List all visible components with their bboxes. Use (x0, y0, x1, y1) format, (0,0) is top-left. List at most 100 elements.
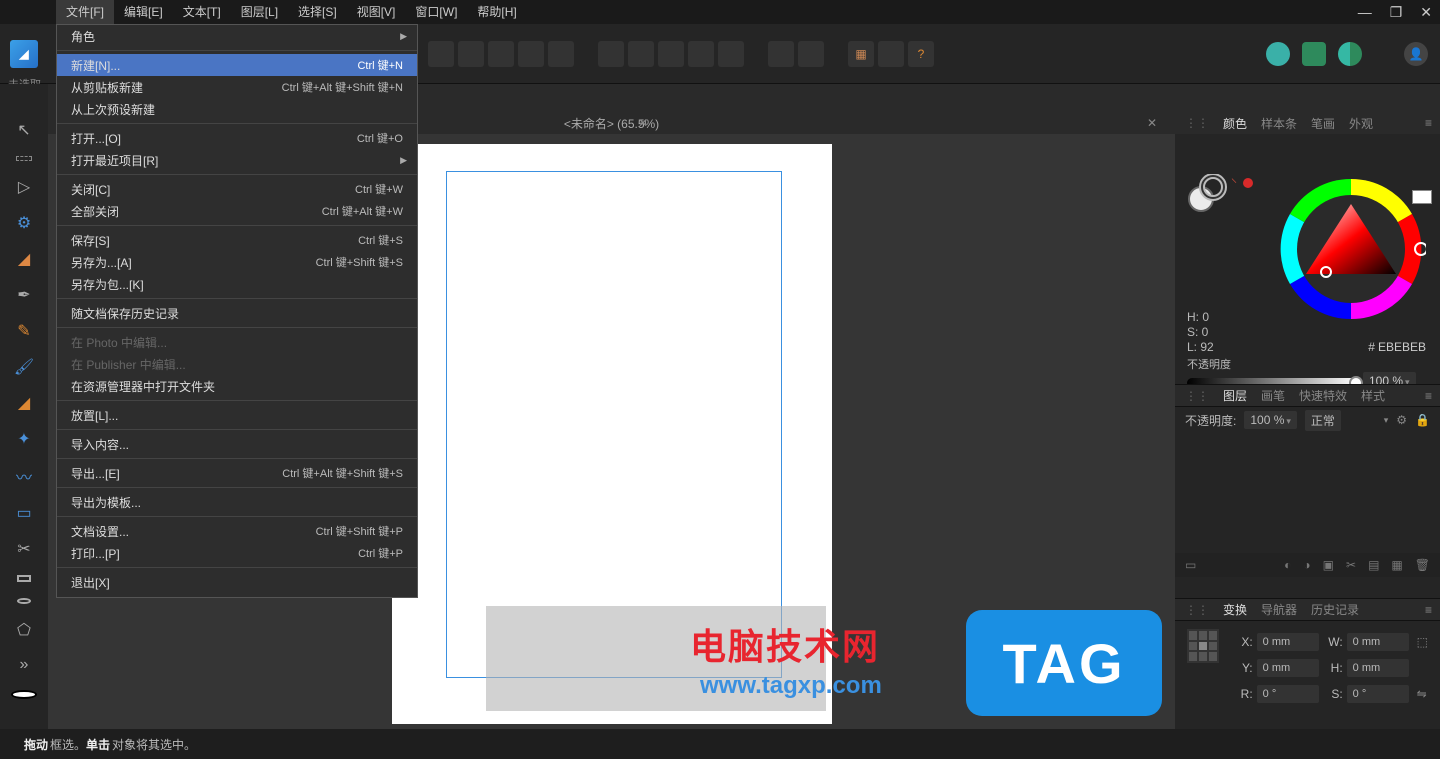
toolbar-btn[interactable] (518, 41, 544, 67)
vector-brush-tool-icon[interactable]: 〰 (13, 465, 35, 487)
move-tool-icon[interactable]: ↖ (13, 120, 35, 140)
flip-icon[interactable]: ⇋ (1417, 687, 1427, 701)
menu-export[interactable]: 导出...[E]Ctrl 键+Alt 键+Shift 键+S (57, 462, 417, 484)
panel-menu-icon[interactable]: ≡ (1425, 116, 1432, 130)
tab-swatches[interactable]: 样本条 (1261, 115, 1297, 132)
menu-new-from-preset[interactable]: 从上次预设新建 (57, 98, 417, 120)
toolbar-btn[interactable] (658, 41, 684, 67)
x-field[interactable]: 0 mm (1257, 633, 1319, 651)
contour-tool-icon[interactable]: ⚙ (13, 213, 35, 233)
tab-color[interactable]: 颜色 (1223, 115, 1247, 132)
menu-save[interactable]: 保存[S]Ctrl 键+S (57, 229, 417, 251)
polygon-tool-icon[interactable]: ⬠ (13, 620, 35, 640)
tab-styles[interactable]: 样式 (1361, 387, 1385, 404)
menu-exit[interactable]: 退出[X] (57, 571, 417, 593)
panel-grip-icon[interactable]: ⋮⋮ (1185, 116, 1209, 130)
persona-pixel-icon[interactable] (1302, 42, 1326, 66)
brush-tool-icon[interactable]: 🖌 (13, 357, 35, 377)
menu-place[interactable]: 放置[L]... (57, 404, 417, 426)
tab-close-icon[interactable]: ✕ (1147, 116, 1157, 130)
hex-readout[interactable]: # EBEBEB (1368, 340, 1426, 354)
h-field[interactable]: 0 mm (1347, 659, 1409, 677)
toolbar-btn[interactable] (598, 41, 624, 67)
toolbar-btn[interactable] (878, 41, 904, 67)
y-field[interactable]: 0 mm (1257, 659, 1319, 677)
gear-icon[interactable]: ⚙ (1396, 413, 1407, 427)
menu-save-package[interactable]: 另存为包...[K] (57, 273, 417, 295)
help-toggle-icon[interactable]: ? (908, 41, 934, 67)
menu-window[interactable]: 窗口[W] (405, 0, 467, 24)
more-tools-icon[interactable]: » (13, 656, 35, 674)
snap-icon[interactable]: ▦ (848, 41, 874, 67)
crop-tool-icon[interactable]: ✂ (13, 539, 35, 559)
toolbar-btn[interactable] (628, 41, 654, 67)
delete-layer-icon[interactable]: 🗑 (1415, 558, 1430, 572)
persona-designer-icon[interactable] (1266, 42, 1290, 66)
tab-history[interactable]: 历史记录 (1311, 601, 1359, 618)
tab-transform[interactable]: 变换 (1223, 601, 1247, 618)
menu-import-content[interactable]: 导入内容... (57, 433, 417, 455)
ellipse-tool-icon[interactable] (17, 598, 31, 604)
close-icon[interactable]: ✕ (1420, 4, 1432, 21)
tab-effects[interactable]: 快速特效 (1299, 387, 1347, 404)
pen-tool-icon[interactable]: ✒ (13, 285, 35, 305)
color-wheel[interactable] (1276, 174, 1426, 324)
tab-layers[interactable]: 图层 (1223, 387, 1247, 404)
pencil-tool-icon[interactable]: ✎ (13, 321, 35, 341)
foreground-color-swatch[interactable] (11, 690, 37, 699)
toolbar-btn[interactable] (688, 41, 714, 67)
layer-opacity-value[interactable]: 100 %▾ (1244, 411, 1297, 429)
transparency-tool-icon[interactable]: ✦ (13, 429, 35, 449)
panel-menu-icon[interactable]: ≡ (1425, 389, 1432, 403)
menu-close-all[interactable]: 全部关闭Ctrl 键+Alt 键+W (57, 200, 417, 222)
menu-edit[interactable]: 编辑[E] (114, 0, 173, 24)
crop-layer-icon[interactable]: ✂ (1346, 558, 1356, 572)
artboard-tool-icon[interactable] (16, 156, 32, 161)
s-field[interactable]: 0 ° (1347, 685, 1409, 703)
eyedropper[interactable]: ⸌ (1231, 174, 1253, 191)
menu-layer[interactable]: 图层[L] (231, 0, 288, 24)
menu-new[interactable]: 新建[N]...Ctrl 键+N (57, 54, 417, 76)
tab-brushes[interactable]: 画笔 (1261, 387, 1285, 404)
blend-mode-select[interactable]: 正常 (1305, 410, 1341, 431)
menu-file[interactable]: 文件[F] (56, 0, 114, 24)
r-field[interactable]: 0 ° (1257, 685, 1319, 703)
toolbar-btn[interactable] (428, 41, 454, 67)
corner-tool-icon[interactable]: ◢ (13, 249, 35, 269)
rectangle-tool-icon[interactable] (17, 575, 31, 581)
menu-open-recent[interactable]: 打开最近项目[R]▶ (57, 149, 417, 171)
lock-icon[interactable]: 🔒 (1415, 413, 1430, 427)
add-pixel-layer-icon[interactable]: ▦ (1391, 558, 1402, 572)
fill-tool-icon[interactable]: ◢ (13, 393, 35, 413)
place-image-tool-icon[interactable]: ▭ (13, 503, 35, 523)
toolbar-btn[interactable] (768, 41, 794, 67)
toolbar-btn[interactable] (548, 41, 574, 67)
minimize-icon[interactable]: — (1358, 4, 1372, 20)
link-wh-icon[interactable]: ⬚ (1417, 635, 1428, 649)
toolbar-btn[interactable] (798, 41, 824, 67)
fx-icon[interactable]: ◑ (1303, 558, 1310, 572)
menu-select[interactable]: 选择[S] (288, 0, 347, 24)
tab-stroke[interactable]: 笔画 (1311, 115, 1335, 132)
fx2-icon[interactable]: ▣ (1323, 558, 1334, 572)
menu-view[interactable]: 视图[V] (347, 0, 406, 24)
menu-persona[interactable]: 角色▶ (57, 25, 417, 47)
menu-help[interactable]: 帮助[H] (467, 0, 526, 24)
w-field[interactable]: 0 mm (1347, 633, 1409, 651)
menu-open[interactable]: 打开...[O]Ctrl 键+O (57, 127, 417, 149)
maximize-icon[interactable]: ❐ (1390, 4, 1403, 21)
panel-grip-icon[interactable]: ⋮⋮ (1185, 389, 1209, 403)
mask-icon[interactable]: ▭ (1185, 558, 1196, 572)
tab-navigator[interactable]: 导航器 (1261, 601, 1297, 618)
adjustment-icon[interactable]: ◐ (1284, 558, 1291, 572)
anchor-selector[interactable] (1187, 629, 1219, 663)
persona-export-icon[interactable] (1338, 42, 1362, 66)
toolbar-btn[interactable] (718, 41, 744, 67)
menu-save-history[interactable]: 随文档保存历史记录 (57, 302, 417, 324)
menu-close[interactable]: 关闭[C]Ctrl 键+W (57, 178, 417, 200)
menu-print[interactable]: 打印...[P]Ctrl 键+P (57, 542, 417, 564)
node-tool-icon[interactable]: ▷ (13, 177, 35, 197)
menu-new-from-clipboard[interactable]: 从剪贴板新建Ctrl 键+Alt 键+Shift 键+N (57, 76, 417, 98)
panel-menu-icon[interactable]: ≡ (1425, 603, 1432, 617)
fill-stroke-selector[interactable] (1187, 174, 1227, 217)
